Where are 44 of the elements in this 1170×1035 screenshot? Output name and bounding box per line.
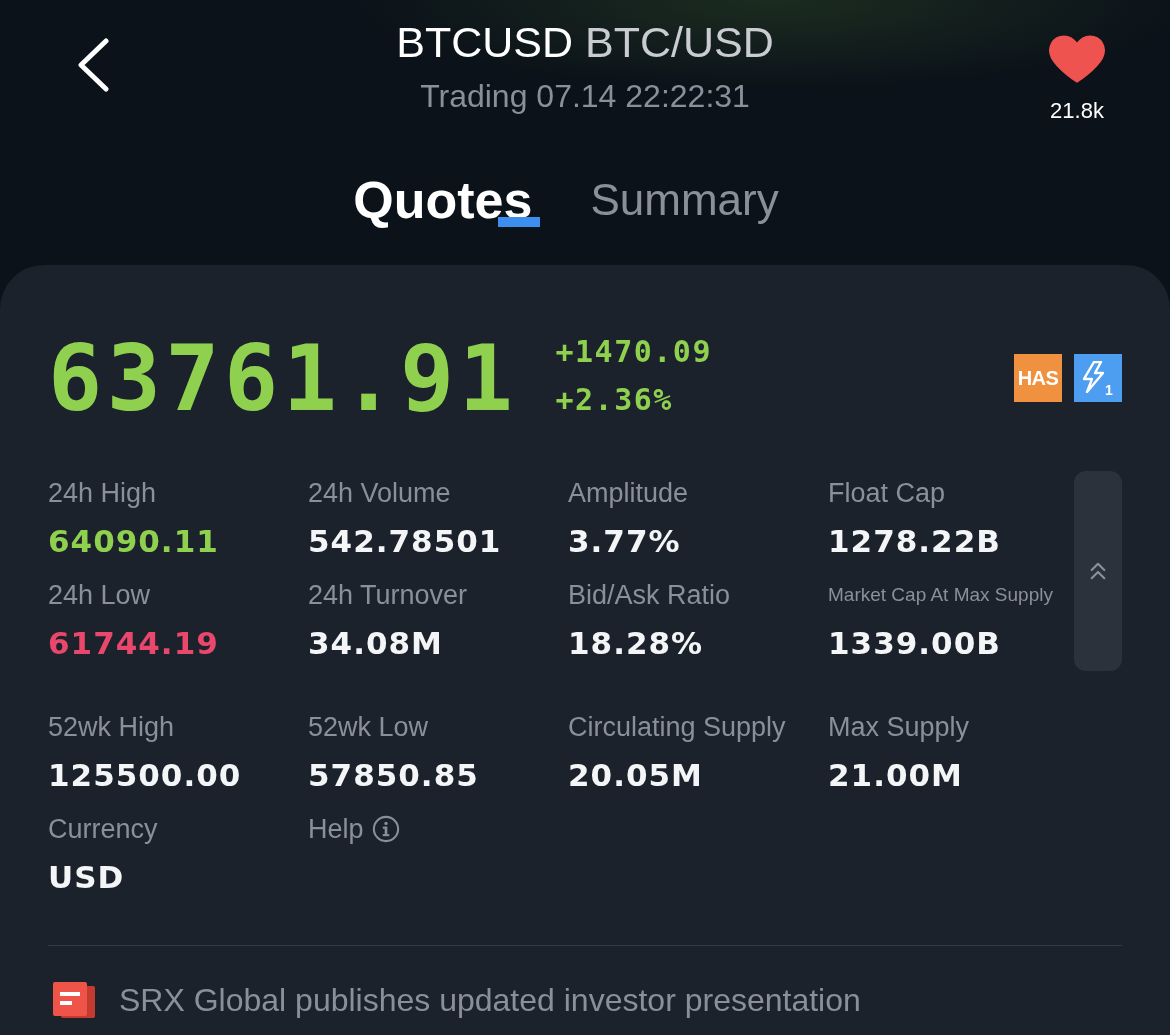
stat-value: 1339.00B xyxy=(828,624,1001,663)
stat-label: 24h Low xyxy=(48,579,151,612)
favorite-button[interactable]: 21.8k xyxy=(1047,0,1107,126)
badge-count: 1 xyxy=(1105,382,1113,398)
stat-label: Max Supply xyxy=(828,711,970,744)
pair-name: BTC/USD xyxy=(585,18,774,66)
stat-value: 34.08M xyxy=(308,624,443,663)
tag-badge: HAS xyxy=(1014,354,1062,402)
news-headline[interactable]: SRX Global publishes updated investor presentation xyxy=(119,980,861,1020)
double-chevron-up-icon xyxy=(1089,562,1107,580)
stat-label: Market Cap At Max Supply xyxy=(828,583,1053,607)
price: 63761.91 xyxy=(48,331,518,427)
stat-label: Bid/Ask Ratio xyxy=(568,579,731,612)
stat-label: Amplitude xyxy=(568,477,689,510)
stat-value: 1278.22B xyxy=(828,522,1001,561)
stat-label: 24h Volume xyxy=(308,477,451,510)
tab[interactable]: Quotes xyxy=(353,168,541,232)
stat-label: 52wk Low xyxy=(308,711,429,744)
stat-label: Currency xyxy=(48,813,158,846)
stat-label: 52wk High xyxy=(48,711,175,744)
stat-value: 21.00M xyxy=(828,756,963,795)
lightning-icon xyxy=(1083,361,1104,393)
stat-value: 20.05M xyxy=(568,756,703,795)
stat-label: Float Cap xyxy=(828,477,946,510)
news-icon xyxy=(53,982,95,1018)
stat-value: 3.77% xyxy=(568,522,681,561)
stat-label: 24h High xyxy=(48,477,157,510)
info-icon xyxy=(371,815,400,843)
stat-value: 18.28% xyxy=(568,624,704,663)
stat-value: USD xyxy=(48,858,125,897)
stat-value: 61744.19 xyxy=(48,624,219,663)
symbol-code: BTCUSD xyxy=(396,18,574,66)
stat-label: Circulating Supply xyxy=(568,711,786,744)
trading-status: Trading 07.14 22:22:31 xyxy=(420,77,750,116)
back-icon[interactable] xyxy=(76,38,110,92)
price-change: +1470.09 xyxy=(555,333,712,371)
stat-value: 125500.00 xyxy=(48,756,242,795)
stat-value: 542.78501 xyxy=(308,522,502,561)
help-button[interactable]: Help xyxy=(308,809,400,849)
stat-value: 57850.85 xyxy=(308,756,479,795)
stat-value: 64090.11 xyxy=(48,522,219,561)
percent-change: +2.36% xyxy=(555,381,674,419)
tab[interactable]: Summary xyxy=(590,168,787,232)
stat-label: 24h Turnover xyxy=(308,579,468,612)
